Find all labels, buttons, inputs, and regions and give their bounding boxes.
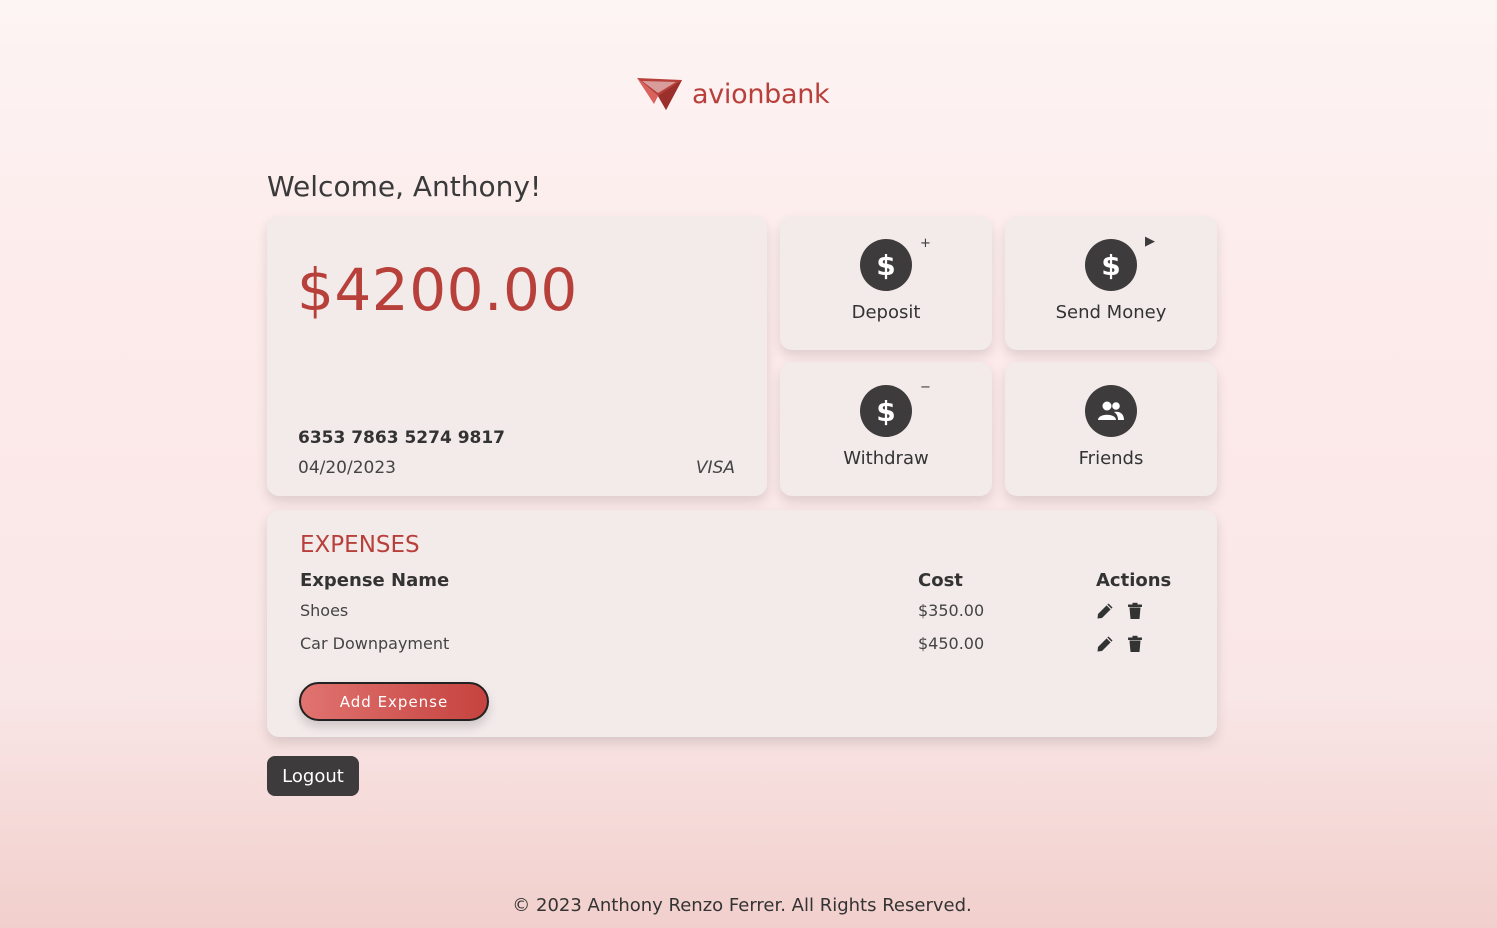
- plus-icon: +: [920, 236, 931, 251]
- pencil-icon[interactable]: [1096, 635, 1114, 653]
- trash-icon[interactable]: [1126, 602, 1144, 620]
- expense-name: Shoes: [300, 601, 349, 620]
- deposit-button[interactable]: $ + Deposit: [780, 216, 992, 350]
- table-row: Car Downpayment $450.00: [267, 634, 1217, 658]
- balance-card: $4200.00 6353 7863 5274 9817 04/20/2023 …: [267, 216, 767, 496]
- expense-name: Car Downpayment: [300, 634, 450, 653]
- withdraw-button[interactable]: $ − Withdraw: [780, 362, 992, 496]
- deposit-label: Deposit: [851, 302, 921, 323]
- table-row: Shoes $350.00: [267, 601, 1217, 625]
- trash-icon[interactable]: [1126, 635, 1144, 653]
- dollar-icon: $: [860, 385, 912, 437]
- brand-logo: avionbank: [636, 76, 830, 112]
- card-number: 6353 7863 5274 9817: [298, 428, 506, 448]
- row-actions: [1096, 635, 1144, 653]
- send-arrow-icon: ▶: [1145, 234, 1155, 249]
- expenses-title: EXPENSES: [300, 532, 420, 558]
- pencil-icon[interactable]: [1096, 602, 1114, 620]
- expense-cost: $350.00: [918, 601, 985, 620]
- column-header-actions: Actions: [1096, 570, 1172, 591]
- send-money-button[interactable]: $ ▶ Send Money: [1005, 216, 1217, 350]
- logout-button[interactable]: Logout: [267, 756, 359, 796]
- card-date: 04/20/2023: [298, 458, 396, 478]
- expenses-panel: EXPENSES Expense Name Cost Actions Shoes…: [267, 510, 1217, 737]
- withdraw-label: Withdraw: [843, 448, 929, 469]
- expense-cost: $450.00: [918, 634, 985, 653]
- column-header-cost: Cost: [918, 570, 963, 591]
- card-brand: VISA: [695, 458, 735, 478]
- account-balance: $4200.00: [297, 256, 578, 324]
- send-money-label: Send Money: [1055, 302, 1167, 323]
- friends-label: Friends: [1078, 448, 1144, 469]
- minus-icon: −: [920, 380, 931, 395]
- friends-button[interactable]: Friends: [1005, 362, 1217, 496]
- add-expense-button[interactable]: Add Expense: [299, 682, 489, 721]
- column-header-name: Expense Name: [300, 570, 450, 591]
- footer-copyright: © 2023 Anthony Renzo Ferrer. All Rights …: [512, 895, 972, 916]
- paper-plane-icon: [637, 78, 682, 110]
- dollar-icon: $: [860, 239, 912, 291]
- users-icon: [1085, 385, 1137, 437]
- welcome-heading: Welcome, Anthony!: [267, 170, 542, 203]
- dollar-icon: $: [1085, 239, 1137, 291]
- brand-name: avionbank: [692, 78, 830, 110]
- row-actions: [1096, 602, 1144, 620]
